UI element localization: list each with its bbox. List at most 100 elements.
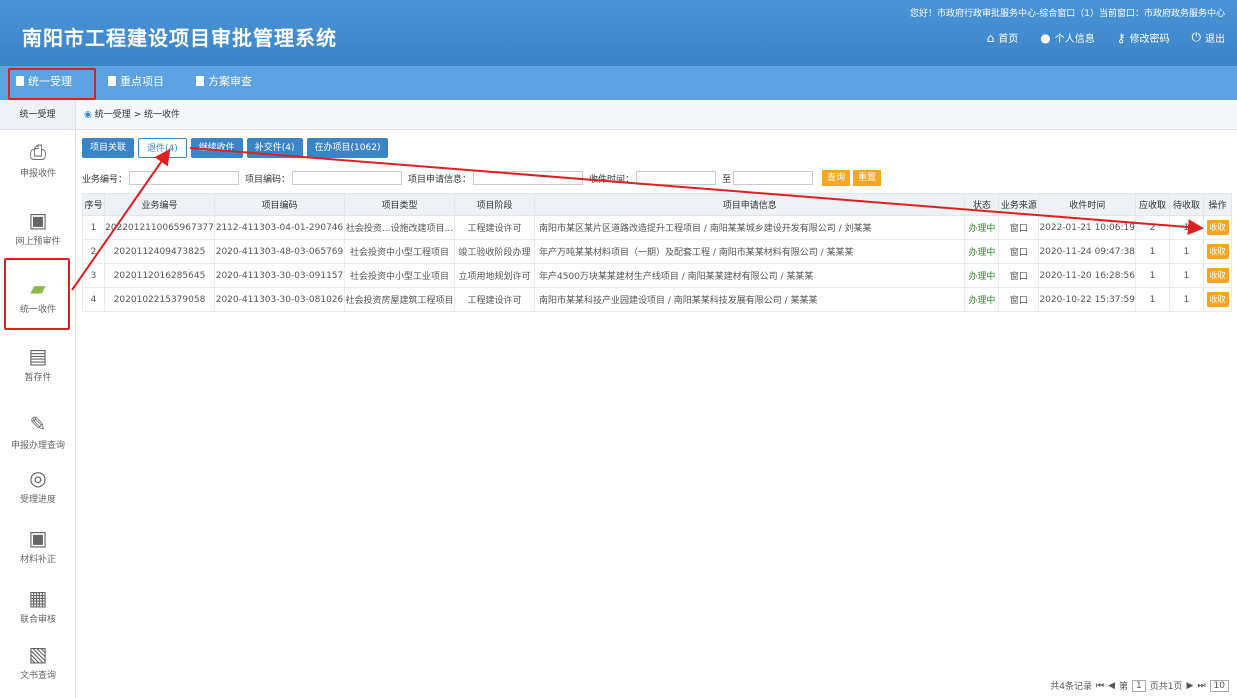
- page-total: 页共1页: [1149, 682, 1183, 692]
- table-header-row: 序号 业务编号 项目编码 项目类型 项目阶段 项目申请信息 状态 业务来源 收件…: [82, 193, 1232, 216]
- header-toolbar: ⌂ 首页 ● 个人信息 ⚷ 修改密码 ⏻ 退出: [987, 30, 1225, 45]
- cell-project-type: 社会投资中小型工程项目: [344, 239, 455, 264]
- pagination: 共4条记录 ⏮ ◀ 第 1 页共1页 ▶ ⏭ 10: [1050, 679, 1229, 692]
- user-icon: ●: [1040, 30, 1051, 45]
- main-nav: 统一受理 重点项目 方案审查: [0, 66, 1237, 100]
- col-pending: 待收取: [1169, 193, 1204, 216]
- nav-key-projects[interactable]: 重点项目: [108, 73, 164, 89]
- tab-continue-intake[interactable]: 继续收件: [190, 138, 243, 158]
- col-business-no: 业务编号: [104, 193, 215, 216]
- cell-required: 1: [1135, 263, 1170, 288]
- receive-button[interactable]: 收取: [1206, 268, 1229, 283]
- cell-status: 办理中: [964, 215, 1000, 240]
- document-icon: ▣: [28, 526, 48, 550]
- cell-project-stage: 立项用地规划许可: [454, 263, 535, 288]
- col-required: 应收取: [1135, 193, 1170, 216]
- cell-business-no: 2020102215379058: [104, 287, 215, 312]
- home-icon: ⌂: [986, 30, 995, 45]
- receive-button[interactable]: 收取: [1206, 292, 1229, 307]
- table-row[interactable]: 3 2020112016285645 2020-411303-30-03-091…: [82, 263, 1232, 288]
- tab-returned[interactable]: 退件(4): [138, 138, 187, 158]
- project-code-input[interactable]: [292, 171, 403, 185]
- cell-project-info: 南阳市某区某片区道路改造提升工程项目 / 南阳某某城乡建设开发有限公司 / 刘某…: [533, 215, 966, 240]
- cell-source: 窗口: [998, 263, 1040, 288]
- cell-project-code: 2020-411303-30-03-091157: [214, 263, 345, 288]
- tab-in-progress[interactable]: 在办项目(1062): [306, 138, 389, 158]
- sidebar-item-progress[interactable]: ◎ 受理进度: [0, 460, 76, 518]
- sidebar-item-document-query[interactable]: ▧ 文书查询: [0, 636, 76, 694]
- cell-status: 办理中: [964, 239, 1000, 264]
- sidebar: 统一受理 ⎙ 申报收件 ▣ 网上预审件 ▰ 统一收件 ▤ 暂存件 ✎ 申报办理查询 ◎ 受理…: [0, 100, 76, 698]
- cell-receive-time: 2020-10-22 15:37:59: [1038, 287, 1136, 312]
- cell-action: 收取: [1203, 287, 1232, 312]
- to-label: 至: [722, 174, 732, 185]
- receive-time-from[interactable]: [636, 171, 717, 185]
- file-icon: ▧: [28, 642, 48, 666]
- record-summary: 共4条记录: [1050, 682, 1092, 692]
- tab-project-link[interactable]: 项目关联: [82, 138, 135, 158]
- cell-pending: 1: [1169, 215, 1204, 240]
- cell-pending: 1: [1169, 263, 1204, 288]
- cell-project-info: 南阳市某某科技产业园建设项目 / 南阳某某科技发展有限公司 / 某某某: [533, 287, 966, 312]
- cell-project-type: 社会投资房屋建筑工程项目: [344, 287, 455, 312]
- last-page-icon[interactable]: ⏭: [1197, 681, 1205, 691]
- cell-pending: 1: [1169, 287, 1204, 312]
- location-pin-icon: ◉: [84, 110, 92, 120]
- progress-icon: ◎: [29, 466, 47, 490]
- query-button[interactable]: 查询: [822, 170, 851, 186]
- next-page-icon[interactable]: ▶: [1187, 681, 1194, 691]
- page-size-select[interactable]: 10: [1209, 679, 1229, 692]
- table-row[interactable]: 1 2022012110065967377 2112-411303-04-01-…: [82, 215, 1232, 240]
- cell-project-stage: 竣工验收阶段办理: [454, 239, 535, 264]
- tab-supplement[interactable]: 补交件(4): [246, 138, 303, 158]
- sidebar-item-application-intake[interactable]: ⎙ 申报收件: [0, 134, 76, 192]
- module-icon: [108, 76, 116, 86]
- col-index: 序号: [82, 193, 105, 216]
- receive-button[interactable]: 收取: [1206, 244, 1229, 259]
- first-page-icon[interactable]: ⏮: [1096, 681, 1104, 691]
- cell-required: 1: [1135, 287, 1170, 312]
- prev-page-icon[interactable]: ◀: [1108, 681, 1115, 691]
- sidebar-item-material-correction[interactable]: ▣ 材料补正: [0, 520, 76, 578]
- cell-project-info: 年产4500万块某某建材生产线项目 / 南阳某某建材有限公司 / 某某某: [533, 263, 966, 288]
- sidebar-item-online-prereview[interactable]: ▣ 网上预审件: [0, 202, 76, 260]
- receive-time-to[interactable]: [733, 171, 814, 185]
- nav-plan-review[interactable]: 方案审查: [196, 73, 252, 89]
- sidebar-item-query[interactable]: ✎ 申报办理查询: [0, 406, 76, 464]
- sidebar-item-joint-review[interactable]: ▦ 联合审核: [0, 580, 76, 638]
- sidebar-item-draft[interactable]: ▤ 暂存件: [0, 338, 76, 396]
- cell-source: 窗口: [998, 287, 1040, 312]
- reset-button[interactable]: 重置: [853, 170, 882, 186]
- cell-required: 2: [1135, 215, 1170, 240]
- col-project-info: 项目申请信息: [533, 193, 966, 216]
- col-action: 操作: [1203, 193, 1232, 216]
- project-info-input[interactable]: [473, 171, 584, 185]
- page-input[interactable]: 1: [1132, 679, 1146, 692]
- monitor-icon: ▣: [28, 208, 48, 232]
- intake-table: 序号 业务编号 项目编码 项目类型 项目阶段 项目申请信息 状态 业务来源 收件…: [82, 193, 1232, 312]
- cell-business-no: 2020112016285645: [104, 263, 215, 288]
- cell-index: 1: [82, 215, 105, 240]
- col-status: 状态: [964, 193, 1000, 216]
- business-no-input[interactable]: [129, 171, 240, 185]
- profile-link[interactable]: ● 个人信息: [1040, 30, 1094, 46]
- search-bar: 业务编号： 项目编码： 项目申请信息： 收件时间： 至 查询 重置: [82, 168, 1232, 188]
- receive-button[interactable]: 收取: [1206, 220, 1229, 235]
- table-row[interactable]: 4 2020102215379058 2020-411303-30-03-081…: [82, 287, 1232, 312]
- cell-source: 窗口: [998, 215, 1040, 240]
- change-password-link[interactable]: ⚷ 修改密码: [1117, 30, 1170, 46]
- cell-index: 3: [82, 263, 105, 288]
- cell-project-type: 社会投资中小型工业项目: [344, 263, 455, 288]
- cell-receive-time: 2022-01-21 10:06:19: [1038, 215, 1136, 240]
- col-source: 业务来源: [998, 193, 1040, 216]
- tab-bar: 项目关联 退件(4) 继续收件 补交件(4) 在办项目(1062): [82, 138, 389, 158]
- cell-receive-time: 2020-11-24 09:47:38: [1038, 239, 1136, 264]
- home-link[interactable]: ⌂ 首页: [986, 30, 1019, 46]
- app-header: 南阳市工程建设项目审批管理系统 您好！市政府行政审批服务中心-综合窗口（1）当前…: [0, 0, 1237, 66]
- table-row[interactable]: 2 2020112409473825 2020-411303-48-03-065…: [82, 239, 1232, 264]
- edit-icon: ✎: [29, 412, 47, 436]
- logout-link[interactable]: ⏻ 退出: [1192, 30, 1226, 45]
- cell-required: 1: [1135, 239, 1170, 264]
- col-project-stage: 项目阶段: [454, 193, 535, 216]
- power-icon: ⏻: [1191, 30, 1202, 44]
